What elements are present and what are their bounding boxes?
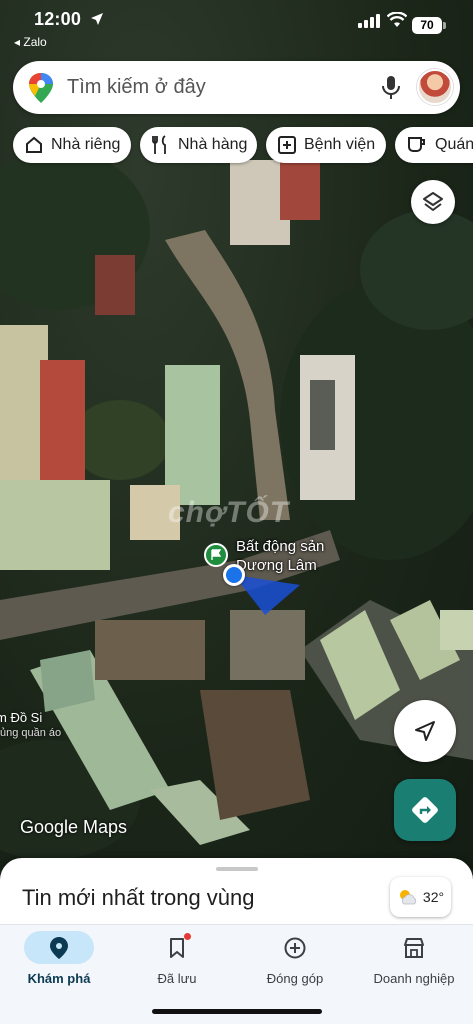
place-name-line2: Dương Lâm — [236, 557, 317, 574]
navigation-arrow-icon — [415, 721, 435, 741]
mic-icon[interactable] — [381, 75, 401, 101]
tab-label: Khám phá — [27, 971, 91, 986]
home-indicator[interactable] — [152, 1009, 322, 1014]
place-marker[interactable] — [204, 543, 228, 567]
search-bar[interactable]: Tìm kiếm ở đây — [13, 61, 460, 114]
status-bar: 12:00 70 — [0, 0, 473, 36]
layers-icon — [423, 192, 443, 211]
place-name-line1: Bất động sản — [236, 538, 325, 555]
place-label[interactable]: Bất động sản Dương Lâm — [236, 537, 324, 575]
back-to-app-link[interactable]: ◂ Zalo — [14, 35, 47, 49]
map-layers-button[interactable] — [411, 180, 455, 224]
tab-label: Đã lưu — [157, 971, 197, 986]
wifi-icon — [387, 12, 407, 27]
coffee-icon — [408, 137, 425, 152]
flag-icon — [211, 549, 222, 560]
tab-label: Đóng góp — [266, 971, 324, 986]
current-location-dot — [223, 564, 245, 586]
chip-cafes[interactable]: Quán c — [395, 127, 473, 163]
poi-category: ủng quần áo — [0, 727, 62, 739]
location-arrow-icon — [91, 13, 103, 25]
bottom-sheet[interactable]: Tin mới nhất trong vùng 32° — [0, 858, 473, 928]
tab-explore[interactable]: Khám phá — [0, 925, 118, 1001]
tab-saved[interactable]: Đã lưu — [118, 925, 236, 1001]
weather-chip[interactable]: 32° — [390, 877, 451, 917]
cellular-signal-icon — [358, 14, 380, 28]
tab-label: Doanh nghiệp — [373, 971, 455, 986]
weather-temp: 32° — [422, 889, 445, 905]
tab-contribute[interactable]: Đóng góp — [236, 925, 354, 1001]
directions-icon — [412, 797, 438, 823]
maps-pin-icon — [29, 73, 53, 103]
chip-label: Quán c — [435, 136, 473, 153]
storefront-icon — [404, 937, 424, 958]
avatar[interactable] — [417, 69, 453, 105]
chip-restaurants[interactable]: Nhà hàng — [140, 127, 257, 163]
google-maps-attribution: Google Maps — [20, 817, 128, 837]
tab-business[interactable]: Doanh nghiệp — [355, 925, 473, 1001]
search-input[interactable]: Tìm kiếm ở đây — [67, 76, 206, 99]
sheet-title: Tin mới nhất trong vùng — [22, 885, 255, 910]
battery-tip — [443, 22, 446, 29]
battery-indicator: 70 — [412, 17, 442, 34]
chip-hospitals[interactable]: Bệnh viện — [266, 127, 386, 163]
my-location-button[interactable] — [394, 700, 456, 762]
chip-home[interactable]: Nhà riêng — [13, 127, 131, 163]
bookmark-icon — [170, 937, 184, 958]
chip-label: Bệnh viện — [304, 136, 376, 153]
directions-button[interactable] — [394, 779, 456, 841]
hospital-icon — [278, 136, 296, 154]
home-icon — [26, 136, 42, 153]
chotot-watermark: chợTỐT — [168, 496, 290, 529]
partly-cloudy-icon — [399, 890, 416, 905]
notification-badge — [184, 933, 191, 940]
restaurant-icon — [152, 135, 166, 154]
status-time: 12:00 — [34, 9, 82, 29]
category-chips: Nhà riêng Nhà hàng Bệnh viện Quán c — [13, 127, 473, 163]
chip-label: Nhà riêng — [51, 136, 121, 153]
chip-label: Nhà hàng — [178, 136, 248, 153]
sheet-grabber[interactable] — [216, 867, 258, 871]
explore-pin-icon — [50, 936, 68, 959]
add-circle-icon — [284, 937, 306, 958]
poi-name[interactable]: m Đồ Si — [0, 710, 42, 725]
